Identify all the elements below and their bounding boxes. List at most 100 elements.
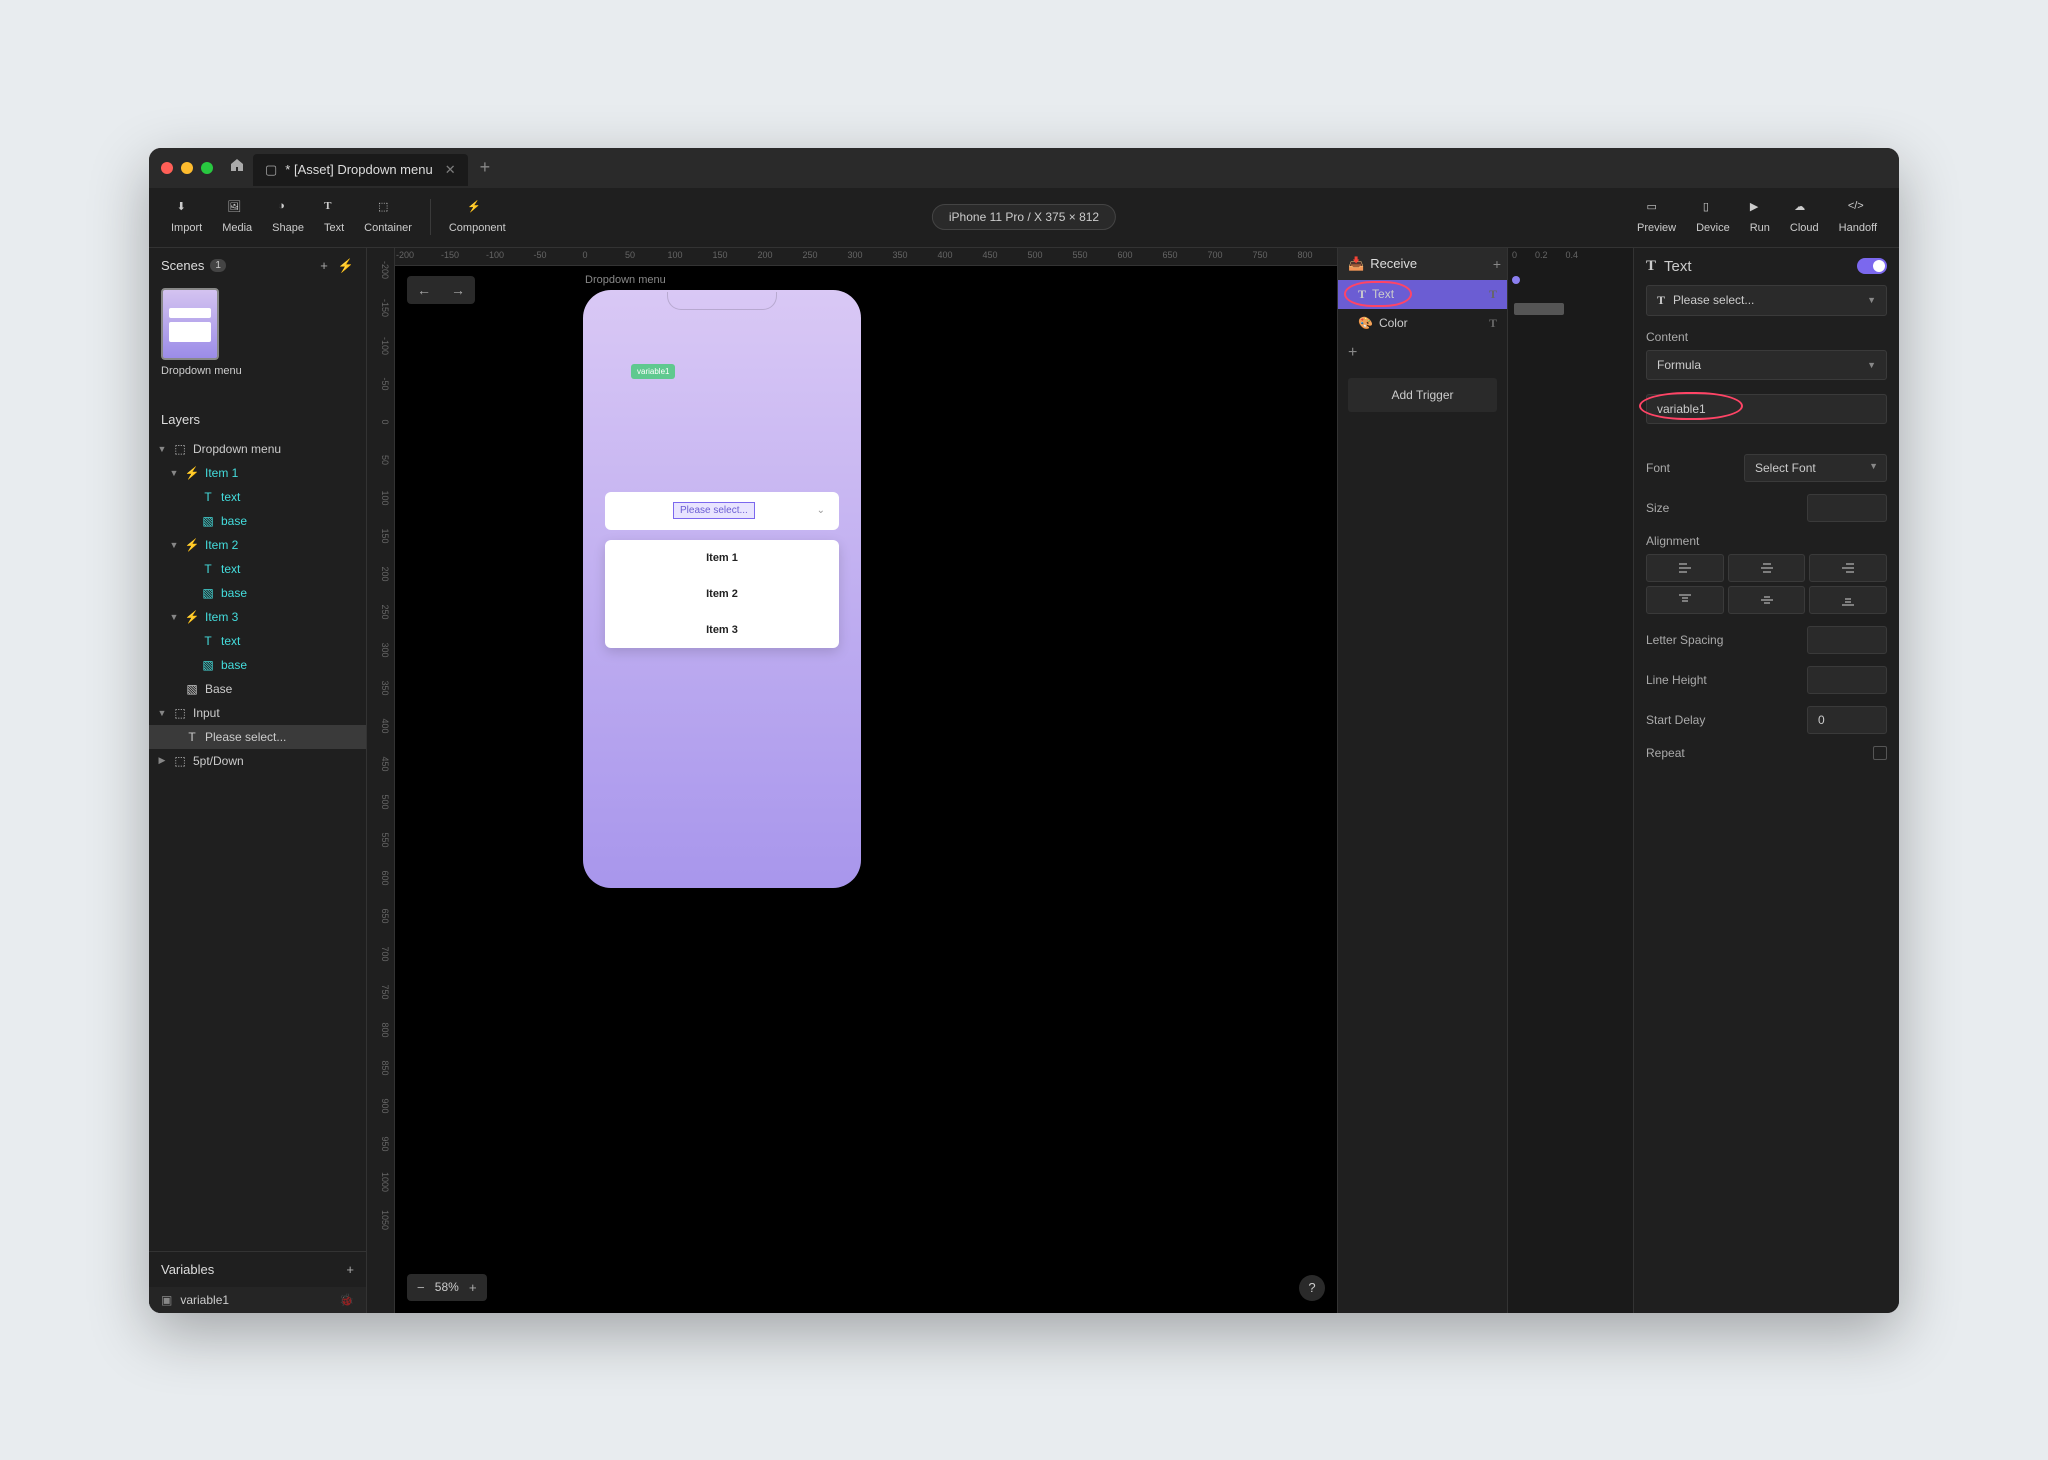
scene-thumbnail[interactable]: Dropdown menu (161, 288, 354, 378)
close-tab-button[interactable]: ✕ (445, 162, 456, 178)
layer-row[interactable]: ▧base (149, 653, 366, 677)
timeline-header[interactable]: 📥 Receive + (1338, 248, 1507, 280)
variables-header: Variables + (149, 1252, 366, 1287)
font-label: Font (1646, 461, 1736, 475)
timeline-add-button[interactable]: + (1493, 256, 1501, 272)
titlebar: ▢ * [Asset] Dropdown menu ✕ + (149, 148, 1899, 188)
add-scene-button[interactable]: + (320, 258, 328, 274)
close-window-button[interactable] (161, 162, 173, 174)
new-tab-button[interactable]: + (480, 157, 491, 178)
document-icon: ▢ (265, 162, 277, 178)
inspector-panel: T Text T Please select... ▼ Content Form… (1633, 248, 1899, 1313)
add-variable-button[interactable]: + (346, 1262, 354, 1277)
timeline-track-color[interactable] (1508, 295, 1633, 324)
layer-row[interactable]: Ttext (149, 557, 366, 581)
timeline-track-text[interactable] (1508, 266, 1633, 295)
add-trigger-button[interactable]: Add Trigger (1348, 378, 1497, 412)
minimize-window-button[interactable] (181, 162, 193, 174)
zoom-value: 58% (435, 1280, 459, 1294)
handoff-button[interactable]: </>Handoff (1829, 196, 1887, 238)
debug-icon[interactable]: 🐞 (339, 1293, 354, 1307)
timeline-add-row[interactable]: + (1338, 338, 1507, 368)
variable-row[interactable]: ▣ variable1 🐞 (149, 1287, 366, 1313)
main-area: Scenes 1 + ⚡ Dropdown menu Layers ▼⬚Drop… (149, 248, 1899, 1313)
font-select[interactable]: Select Font ▼ (1744, 454, 1887, 482)
letter-spacing-input[interactable] (1807, 626, 1887, 654)
letter-spacing-label: Letter Spacing (1646, 633, 1736, 647)
phone-frame: variable1 Please select... ⌄ Item 1 Item… (583, 290, 861, 888)
nav-back-button[interactable]: ← (407, 276, 441, 304)
element-selector[interactable]: T Please select... ▼ (1646, 285, 1887, 316)
layer-row[interactable]: ▧base (149, 581, 366, 605)
device-button[interactable]: ▯Device (1686, 196, 1740, 238)
dropdown-item-1[interactable]: Item 1 (605, 540, 839, 576)
size-input[interactable] (1807, 494, 1887, 522)
dropdown-placeholder: Please select... (673, 502, 755, 519)
preview-button[interactable]: ▭Preview (1627, 196, 1686, 238)
nav-forward-button[interactable]: → (441, 276, 475, 304)
align-center-button[interactable] (1728, 554, 1806, 582)
dropdown-item-3[interactable]: Item 3 (605, 612, 839, 648)
component-tool[interactable]: ⚡Component (439, 196, 516, 238)
timeline-bar[interactable] (1514, 303, 1564, 315)
left-panel: Scenes 1 + ⚡ Dropdown menu Layers ▼⬚Drop… (149, 248, 367, 1313)
scene-bolt-icon[interactable]: ⚡ (338, 258, 354, 274)
canvas[interactable]: -200-150-100-500501001502002503003504004… (395, 248, 1337, 1313)
container-tool[interactable]: ⬚Container (354, 196, 422, 238)
valign-bottom-button[interactable] (1809, 586, 1887, 614)
separator (430, 199, 431, 235)
timeline-scale: 0 0.2 0.4 (1507, 248, 1633, 1313)
valign-middle-button[interactable] (1728, 586, 1806, 614)
start-delay-input[interactable]: 0 (1807, 706, 1887, 734)
layer-row[interactable]: TPlease select... (149, 725, 366, 749)
layer-row[interactable]: ▶⬚5pt/Down (149, 749, 366, 773)
layer-row[interactable]: ▼⬚Input (149, 701, 366, 725)
chevron-down-icon: ▼ (1867, 360, 1876, 370)
repeat-checkbox[interactable] (1873, 746, 1887, 760)
formula-input[interactable]: variable1 (1646, 394, 1887, 424)
media-tool[interactable]: 🖼Media (212, 196, 262, 238)
text-icon: T (1646, 258, 1656, 275)
text-tool[interactable]: TText (314, 196, 354, 238)
layers-header: Layers (149, 402, 366, 437)
align-left-button[interactable] (1646, 554, 1724, 582)
cloud-button[interactable]: ☁Cloud (1780, 196, 1829, 238)
align-right-button[interactable] (1809, 554, 1887, 582)
text-icon: T (1657, 293, 1665, 308)
device-info-pill[interactable]: iPhone 11 Pro / X 375 × 812 (932, 204, 1116, 230)
valign-top-button[interactable] (1646, 586, 1724, 614)
layer-row[interactable]: Ttext (149, 485, 366, 509)
layer-row[interactable]: ▼⬚Dropdown menu (149, 437, 366, 461)
start-delay-label: Start Delay (1646, 713, 1736, 727)
timeline-text-row[interactable]: T Text T (1338, 280, 1507, 309)
document-tab[interactable]: ▢ * [Asset] Dropdown menu ✕ (253, 154, 468, 186)
layer-row[interactable]: ▧base (149, 509, 366, 533)
line-height-label: Line Height (1646, 673, 1736, 687)
color-icon: 🎨 (1358, 316, 1373, 330)
chevron-down-icon: ▼ (1867, 295, 1876, 305)
receive-icon: 📥 (1348, 256, 1364, 272)
import-tool[interactable]: ⬇Import (161, 196, 212, 238)
line-height-input[interactable] (1807, 666, 1887, 694)
layer-row[interactable]: ▼⚡Item 2 (149, 533, 366, 557)
maximize-window-button[interactable] (201, 162, 213, 174)
layer-row[interactable]: ▧Base (149, 677, 366, 701)
dropdown-input[interactable]: Please select... ⌄ (605, 492, 839, 530)
variable-icon: ▣ (161, 1293, 172, 1307)
shape-tool[interactable]: ◑Shape (262, 196, 314, 238)
run-button[interactable]: ▶Run (1740, 196, 1780, 238)
variable-chip: variable1 (631, 364, 675, 379)
text-end-icon: T (1489, 287, 1497, 302)
layer-row[interactable]: ▼⚡Item 1 (149, 461, 366, 485)
content-type-select[interactable]: Formula ▼ (1646, 350, 1887, 380)
help-button[interactable]: ? (1299, 1275, 1325, 1301)
property-toggle[interactable] (1857, 258, 1887, 274)
layer-row[interactable]: Ttext (149, 629, 366, 653)
home-button[interactable] (229, 157, 245, 178)
dropdown-item-2[interactable]: Item 2 (605, 576, 839, 612)
zoom-out-button[interactable]: − (407, 1274, 435, 1301)
layer-row[interactable]: ▼⚡Item 3 (149, 605, 366, 629)
zoom-in-button[interactable]: + (459, 1274, 487, 1301)
timeline-color-row[interactable]: 🎨 Color T (1338, 309, 1507, 338)
keyframe-dot[interactable] (1512, 276, 1520, 284)
